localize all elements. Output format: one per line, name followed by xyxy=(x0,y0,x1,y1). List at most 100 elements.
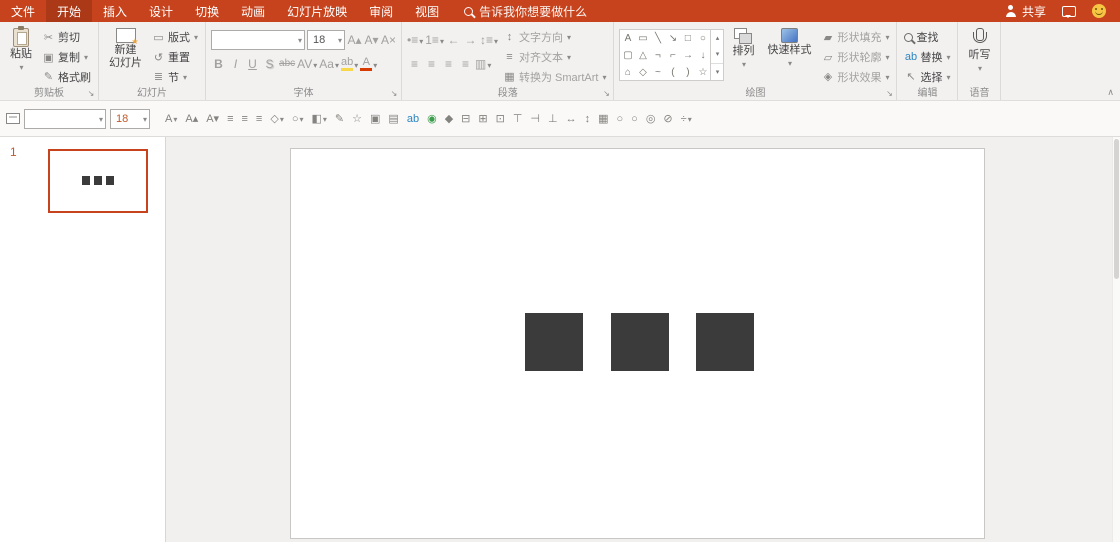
elbow-arrow-shape-icon[interactable]: ⌐ xyxy=(665,47,680,64)
font-size-dropdown-icon[interactable] xyxy=(337,34,342,46)
record-icon[interactable]: ◉ xyxy=(424,108,440,130)
paste-dropdown-icon[interactable] xyxy=(18,61,23,74)
align-text-dropdown-icon[interactable] xyxy=(566,51,571,63)
thumbnail-rectangle-shape[interactable] xyxy=(82,176,90,185)
quick-font-name-select[interactable] xyxy=(24,109,106,129)
shape-outline-button[interactable]: ▱ 形状轮廓 xyxy=(819,49,891,66)
decrease-font-size-icon[interactable]: A▾ xyxy=(203,108,222,130)
align-text-button[interactable]: ≡ 对齐文本 xyxy=(501,49,608,66)
distribute-vertical-icon[interactable]: ↕ xyxy=(582,108,594,130)
tab-transitions[interactable]: 切换 xyxy=(184,0,230,22)
shape-effects-dropdown-icon[interactable] xyxy=(884,71,889,83)
oval-shape-icon[interactable]: ○ xyxy=(695,30,710,47)
rounded-rectangle-shape-icon[interactable]: ▢ xyxy=(620,47,635,64)
bullets-button[interactable]: •≡ xyxy=(407,31,423,49)
replace-icon[interactable]: ab xyxy=(404,108,422,130)
copy-dropdown-icon[interactable] xyxy=(83,51,88,63)
slide-thumbnail-1[interactable] xyxy=(48,149,148,213)
tab-home[interactable]: 开始 xyxy=(46,0,92,22)
distribute-horizontal-icon[interactable]: ↔ xyxy=(563,108,580,130)
paste-icon[interactable]: ▤ xyxy=(385,108,401,130)
text-shadow-button[interactable]: S xyxy=(262,55,277,73)
align-top-icon[interactable]: ⊤ xyxy=(510,108,526,130)
curve-shape-icon[interactable]: ~ xyxy=(650,64,665,81)
right-bracket-shape-icon[interactable]: ) xyxy=(680,64,695,81)
more-tools-icon[interactable]: ÷ xyxy=(678,108,695,130)
quick-font-size-dropdown-icon[interactable] xyxy=(142,113,147,125)
tab-review[interactable]: 审阅 xyxy=(358,0,404,22)
align-middle-icon[interactable]: ⊣ xyxy=(527,108,543,130)
align-bottom-icon[interactable]: ⊥ xyxy=(545,108,561,130)
tell-me-search[interactable]: 告诉我你想要做什么 xyxy=(464,0,587,22)
section-dropdown-icon[interactable] xyxy=(182,71,187,83)
justify-button[interactable]: ≡ xyxy=(458,55,473,73)
quick-font-name-dropdown-icon[interactable] xyxy=(98,113,103,125)
decrease-font-size-button[interactable]: A▾ xyxy=(364,31,379,49)
decrease-indent-button[interactable]: ← xyxy=(446,31,461,49)
rect-outline-shape-icon[interactable]: □ xyxy=(680,30,695,47)
shape-fill-dropdown-icon[interactable] xyxy=(884,31,889,43)
align-right-button[interactable]: ≡ xyxy=(441,55,456,73)
triangle-shape-icon[interactable]: △ xyxy=(635,47,650,64)
font-name-select[interactable] xyxy=(211,30,305,50)
shapes-icon[interactable]: ◇ xyxy=(267,108,286,130)
font-color-icon[interactable]: A xyxy=(162,108,180,130)
paste-button[interactable]: 粘贴 xyxy=(5,25,37,85)
align-right-icon[interactable]: ≡ xyxy=(253,108,265,130)
convert-smartart-button[interactable]: ▦ 转换为 SmartArt xyxy=(501,68,608,85)
slide-rectangle-shape[interactable] xyxy=(696,313,754,371)
slide-canvas[interactable] xyxy=(290,148,985,539)
increase-font-size-button[interactable]: A▴ xyxy=(347,31,362,49)
feedback-smiley-icon[interactable] xyxy=(1092,4,1106,18)
text-direction-button[interactable]: ↕ 文字方向 xyxy=(501,29,608,46)
line-shape-icon[interactable]: ╲ xyxy=(650,30,665,47)
section-button[interactable]: ≣ 节 xyxy=(150,68,200,85)
rectangle-shape-icon[interactable]: ▭ xyxy=(635,30,650,47)
numbering-button[interactable]: 1≡ xyxy=(425,31,444,49)
shape-fill-button[interactable]: ▰ 形状填充 xyxy=(819,29,891,46)
tab-slideshow[interactable]: 幻灯片放映 xyxy=(276,0,358,22)
scrollbar-thumb[interactable] xyxy=(1114,139,1119,279)
font-name-dropdown-icon[interactable] xyxy=(297,34,302,46)
bullets-dropdown-icon[interactable] xyxy=(418,33,423,47)
gallery-down-button[interactable]: ▾ xyxy=(711,46,723,62)
underline-button[interactable]: U xyxy=(245,55,260,73)
slide-rectangle-shape[interactable] xyxy=(525,313,583,371)
circle-shape-icon[interactable]: ○ xyxy=(628,108,641,130)
italic-button[interactable]: I xyxy=(228,55,243,73)
comments-icon[interactable] xyxy=(1062,6,1076,17)
down-arrow-shape-icon[interactable]: ↓ xyxy=(695,47,710,64)
copy-icon[interactable]: ▣ xyxy=(367,108,383,130)
line-spacing-button[interactable]: ↕≡ xyxy=(480,31,498,49)
home-shape-icon[interactable]: ⌂ xyxy=(620,64,635,81)
layout-button[interactable]: ▭ 版式 xyxy=(150,29,200,46)
bold-button[interactable]: B xyxy=(211,55,226,73)
thumbnail-rectangle-shape[interactable] xyxy=(94,176,102,185)
align-objects-right-icon[interactable]: ⊡ xyxy=(493,108,508,130)
character-spacing-dropdown-icon[interactable] xyxy=(312,57,317,71)
shape-fill-icon-dropdown[interactable] xyxy=(298,113,303,125)
more-tools-icon-dropdown[interactable] xyxy=(687,113,692,125)
arrow-shape-icon[interactable]: ↘ xyxy=(665,30,680,47)
arrange-dropdown-icon[interactable] xyxy=(741,58,746,71)
vertical-scrollbar[interactable] xyxy=(1112,137,1120,542)
change-case-button[interactable]: Aa xyxy=(319,55,339,73)
select-button[interactable]: ↖ 选择 xyxy=(902,68,952,85)
clear-formatting-button[interactable]: A× xyxy=(381,31,396,49)
align-objects-left-icon[interactable]: ⊟ xyxy=(458,108,473,130)
increase-font-size-icon[interactable]: A▴ xyxy=(182,108,201,130)
new-slide-button[interactable]: 新建 幻灯片 xyxy=(104,25,147,85)
text-highlight-dropdown-icon[interactable] xyxy=(353,57,358,71)
align-center-button[interactable]: ≡ xyxy=(424,55,439,73)
dictate-dropdown-icon[interactable] xyxy=(977,62,982,75)
align-left-button[interactable]: ≡ xyxy=(407,55,422,73)
tab-view[interactable]: 视图 xyxy=(404,0,450,22)
text-highlight-button[interactable]: ab xyxy=(341,55,358,73)
tab-insert[interactable]: 插入 xyxy=(92,0,138,22)
oval-shape-icon[interactable]: ○ xyxy=(614,108,627,130)
font-size-select[interactable]: 18 xyxy=(307,30,345,50)
increase-indent-button[interactable]: → xyxy=(463,31,478,49)
star-shape-icon[interactable]: ☆ xyxy=(695,64,710,81)
smartart-dropdown-icon[interactable] xyxy=(601,71,606,83)
font-color-icon-dropdown[interactable] xyxy=(172,113,177,125)
